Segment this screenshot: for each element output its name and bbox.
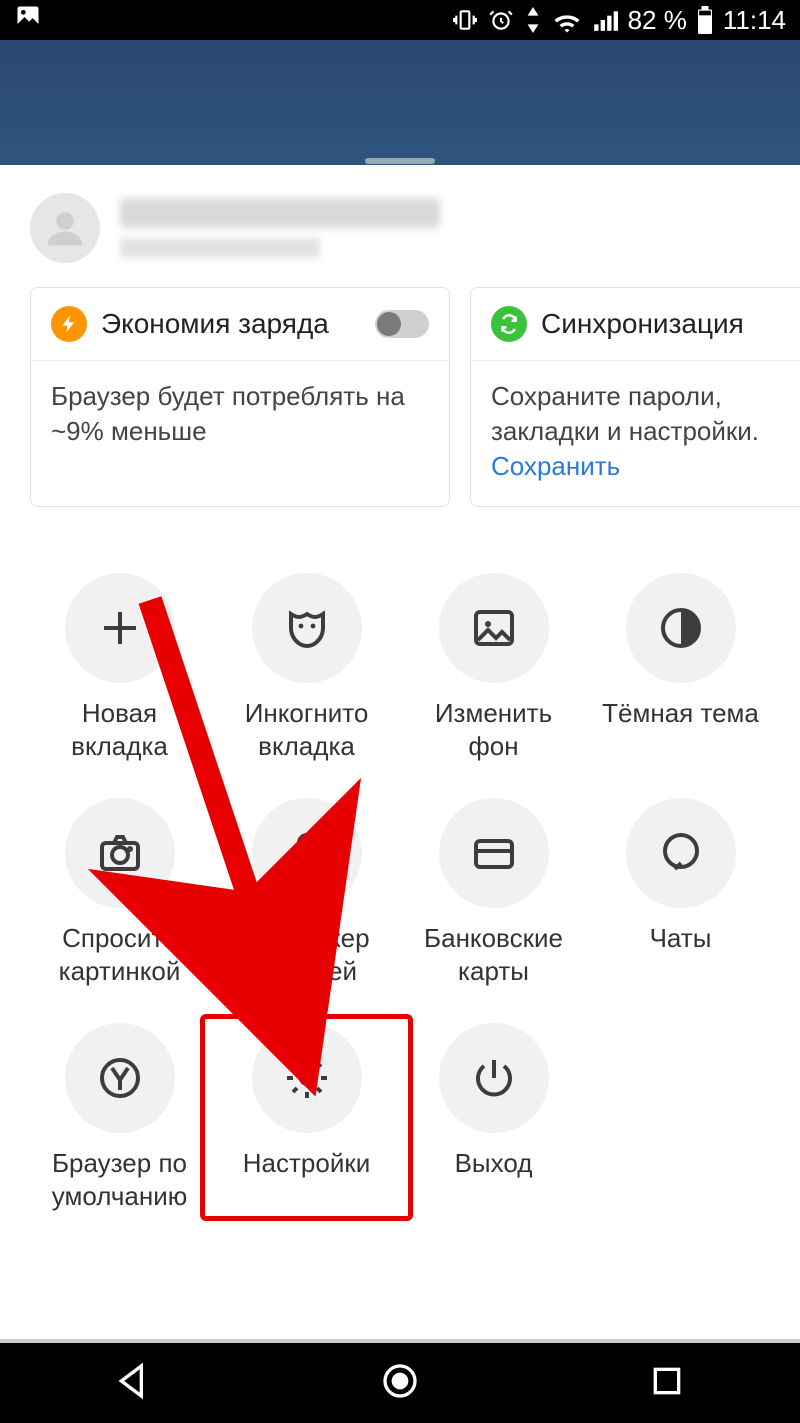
wifi-icon: [552, 7, 582, 33]
menu-label: Новая вкладка: [71, 697, 168, 762]
menu-label: Менеджер паролей: [243, 922, 369, 987]
card-body: Браузер будет потреблять на ~9% меньше: [31, 360, 449, 471]
chat-icon: [626, 798, 736, 908]
gear-icon: [252, 1023, 362, 1133]
header-background: [0, 40, 800, 180]
half-icon: [626, 573, 736, 683]
menu-label: Чаты: [650, 922, 712, 955]
card-battery-saver[interactable]: Экономия заряда Браузер будет потреблять…: [30, 287, 450, 507]
image-icon: [439, 573, 549, 683]
menu-label: Спросить картинкой: [59, 922, 181, 987]
menu-label: Изменить фон: [435, 697, 552, 762]
power-icon: [439, 1023, 549, 1133]
card-title: Синхронизация: [541, 308, 789, 340]
menu-item-camera[interactable]: Спросить картинкой: [26, 798, 213, 987]
menu-label: Настройки: [243, 1147, 371, 1180]
card-title: Экономия заряда: [101, 308, 361, 340]
card-body: Сохраните пароли, закладки и настройки. …: [471, 360, 800, 506]
battery-toggle[interactable]: [375, 310, 429, 338]
sync-save-link[interactable]: Сохранить: [491, 451, 620, 481]
profile-row[interactable]: [0, 165, 800, 287]
mask-icon: [252, 573, 362, 683]
vibrate-icon: [452, 7, 478, 33]
camera-icon: [65, 798, 175, 908]
menu-label: Тёмная тема: [602, 697, 759, 730]
menu-label: Банковские карты: [424, 922, 563, 987]
menu-item-plus[interactable]: Новая вкладка: [26, 573, 213, 762]
menu-item-half[interactable]: Тёмная тема: [587, 573, 774, 762]
alarm-icon: [488, 7, 514, 33]
profile-sub-blurred: [120, 238, 320, 258]
profile-text: [120, 198, 440, 258]
menu-item-yandex[interactable]: Браузер по умолчанию: [26, 1023, 213, 1212]
menu-item-image[interactable]: Изменить фон: [400, 573, 587, 762]
menu-item-power[interactable]: Выход: [400, 1023, 587, 1212]
menu-item-chat[interactable]: Чаты: [587, 798, 774, 987]
menu-label: Инкогнито вкладка: [245, 697, 369, 762]
menu-item-card[interactable]: Банковские карты: [400, 798, 587, 987]
sync-icon: [491, 306, 527, 342]
plus-icon: [65, 573, 175, 683]
card-icon: [439, 798, 549, 908]
signal-icon: [592, 7, 618, 33]
menu-sheet: Экономия заряда Браузер будет потреблять…: [0, 165, 800, 1343]
menu-grid: Новая вкладка Инкогнито вкладка Изменить ф…: [0, 533, 800, 1242]
updown-icon: [524, 7, 542, 33]
profile-name-blurred: [120, 198, 440, 228]
device-frame: 82 % 11:14 Экономия заря: [0, 0, 800, 1423]
avatar: [30, 193, 100, 263]
menu-item-key[interactable]: Менеджер паролей: [213, 798, 400, 987]
nav-home[interactable]: [380, 1361, 420, 1406]
menu-label: Браузер по умолчанию: [52, 1147, 187, 1212]
android-navbar: [0, 1343, 800, 1423]
clock-time: 11:14: [723, 5, 786, 36]
nav-back[interactable]: [113, 1361, 153, 1406]
menu-item-mask[interactable]: Инкогнито вкладка: [213, 573, 400, 762]
cards-row: Экономия заряда Браузер будет потреблять…: [0, 287, 800, 533]
menu-label: Выход: [455, 1147, 533, 1180]
bolt-icon: [51, 306, 87, 342]
battery-icon: [697, 6, 713, 34]
drag-handle[interactable]: [365, 158, 435, 164]
yandex-icon: [65, 1023, 175, 1133]
menu-item-gear[interactable]: Настройки: [200, 1014, 413, 1221]
key-icon: [252, 798, 362, 908]
picture-icon: [14, 3, 42, 38]
nav-recent[interactable]: [647, 1361, 687, 1406]
battery-percent: 82 %: [628, 5, 687, 36]
card-sync[interactable]: Синхронизация Сохраните пароли, закладки…: [470, 287, 800, 507]
status-bar: 82 % 11:14: [0, 0, 800, 40]
